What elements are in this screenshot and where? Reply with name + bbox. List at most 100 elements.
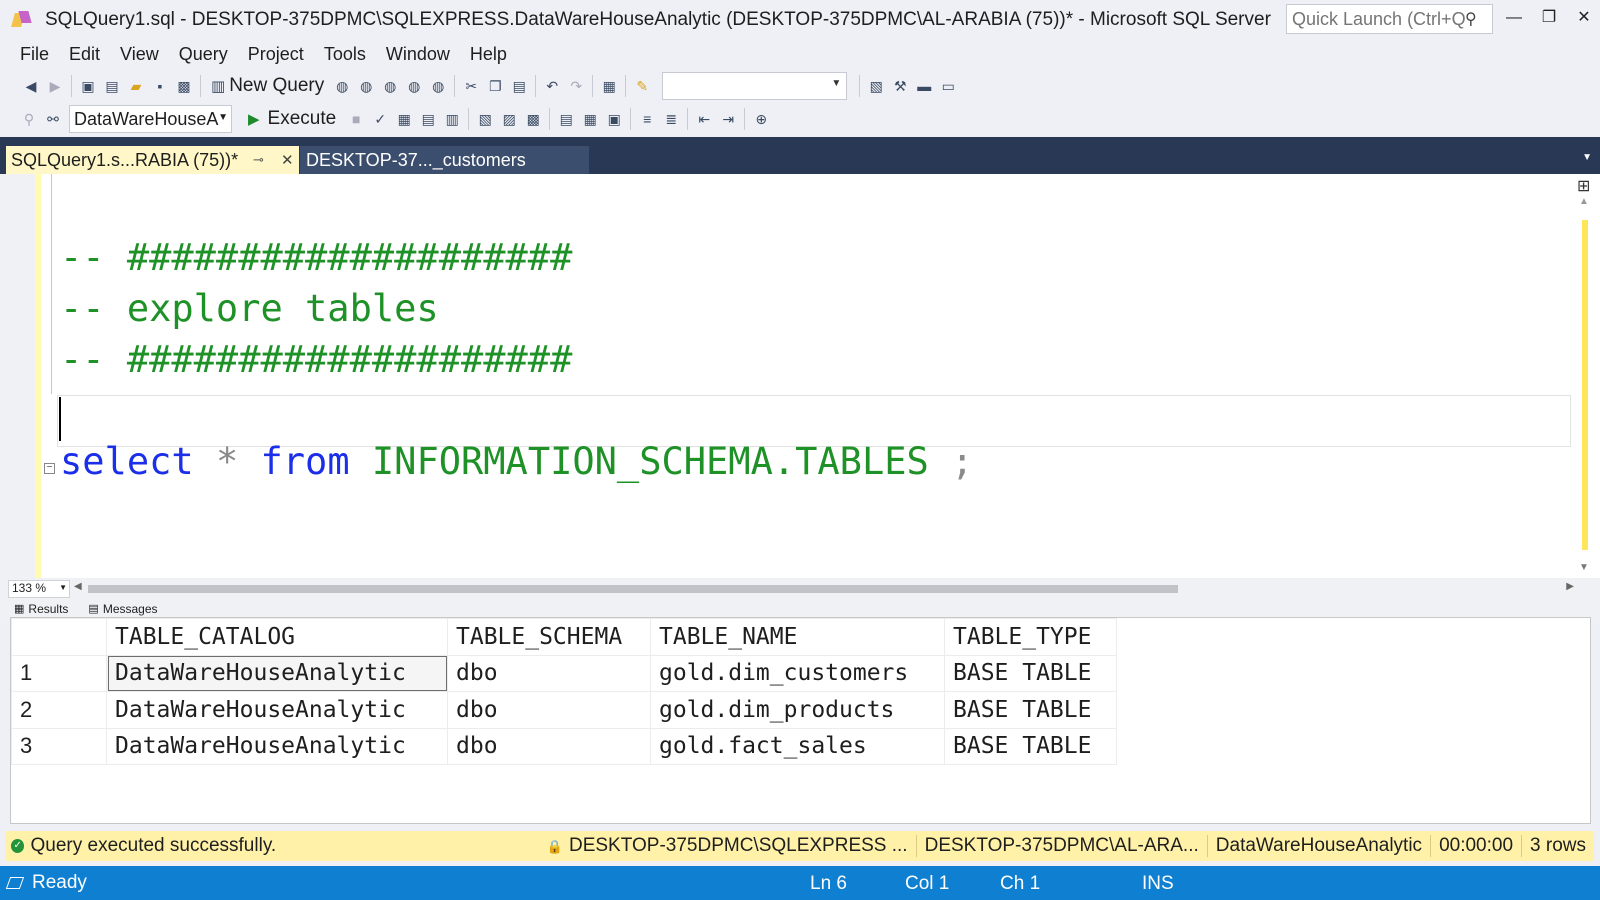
minimize-button[interactable]: —	[1502, 6, 1526, 30]
menu-file[interactable]: File	[10, 44, 59, 65]
tab-overflow-icon[interactable]: ▼	[1582, 152, 1592, 163]
tab-sqlquery1[interactable]: SQLQuery1.s...RABIA (75))* ⊸ ✕	[6, 146, 299, 174]
intellisense-icon[interactable]: ▧	[474, 108, 496, 130]
forward-icon[interactable]: ▶	[44, 75, 66, 97]
vertical-scrollbar[interactable]: ⊞ ▲ ▼	[1571, 174, 1600, 578]
table-cell[interactable]: BASE TABLE	[944, 654, 1117, 692]
horizontal-scrollbar[interactable]: ◀ ▶	[74, 581, 1574, 596]
menu-edit[interactable]: Edit	[59, 44, 110, 65]
scroll-thumb[interactable]	[88, 585, 1178, 593]
tab-messages[interactable]: ▤ Messages	[74, 602, 163, 616]
menu-help[interactable]: Help	[460, 44, 517, 65]
mdx-query-icon[interactable]: ◍	[355, 75, 377, 97]
include-actual-plan-icon[interactable]: ▨	[498, 108, 520, 130]
available-databases-select[interactable]: DataWareHouseA ▼	[69, 105, 232, 133]
search-icon[interactable]: ⚲	[1465, 9, 1477, 29]
close-tab-icon[interactable]: ✕	[281, 151, 294, 169]
copy-icon[interactable]: ❐	[484, 75, 506, 97]
live-query-stats-icon[interactable]: ▩	[522, 108, 544, 130]
menu-project[interactable]: Project	[238, 44, 314, 65]
menu-window[interactable]: Window	[376, 44, 460, 65]
add-item-icon[interactable]: ▤	[101, 75, 123, 97]
activity-monitor-icon[interactable]: ▦	[598, 75, 620, 97]
das-query-icon[interactable]: ◍	[427, 75, 449, 97]
scroll-map-track[interactable]	[1582, 220, 1588, 550]
redo-icon[interactable]: ↷	[565, 75, 587, 97]
query-designer-icon[interactable]: ▤	[417, 108, 439, 130]
client-statistics-icon[interactable]: ▤	[555, 108, 577, 130]
decrease-indent-icon[interactable]: ⇤	[693, 108, 715, 130]
quick-launch-input[interactable]	[1287, 8, 1465, 30]
change-connection-icon[interactable]: ⚯	[42, 108, 64, 130]
row-number-header[interactable]	[11, 618, 107, 656]
open-folder-icon[interactable]: ▰	[125, 75, 147, 97]
quick-launch-box[interactable]: ⚲	[1286, 4, 1493, 34]
save-all-icon[interactable]: ▩	[173, 75, 195, 97]
tab-results[interactable]: ▦ Results	[0, 602, 74, 616]
menu-query[interactable]: Query	[169, 44, 238, 65]
save-icon[interactable]: ▪	[149, 75, 171, 97]
execute-button[interactable]: ▶ Execute	[248, 108, 336, 130]
back-icon[interactable]: ◀	[20, 75, 42, 97]
collapse-region-icon[interactable]: −	[44, 463, 55, 474]
find-dropdown[interactable]: ▼	[662, 72, 848, 100]
specify-template-values-icon[interactable]: ⊕	[750, 108, 772, 130]
cut-icon[interactable]: ✂	[460, 75, 482, 97]
increase-indent-icon[interactable]: ⇥	[717, 108, 739, 130]
paste-icon[interactable]: ▤	[508, 75, 530, 97]
table-cell[interactable]: DataWareHouseAnalytic	[106, 691, 448, 729]
toolbox-icon[interactable]: ▬	[913, 75, 935, 97]
uncomment-lines-icon[interactable]: ≣	[660, 108, 682, 130]
menu-tools[interactable]: Tools	[314, 44, 376, 65]
table-cell[interactable]: DataWareHouseAnalytic	[106, 654, 448, 692]
table-cell[interactable]: dbo	[447, 691, 651, 729]
column-header[interactable]: TABLE_CATALOG	[106, 618, 448, 656]
column-header[interactable]: TABLE_TYPE	[944, 618, 1117, 656]
column-header[interactable]: TABLE_SCHEMA	[447, 618, 651, 656]
table-cell[interactable]: dbo	[447, 654, 651, 692]
pin-icon[interactable]: ⊸	[253, 152, 264, 168]
query-options-icon[interactable]: ▥	[441, 108, 463, 130]
tab-customers[interactable]: DESKTOP-37..._customers	[300, 146, 589, 174]
cancel-query-icon[interactable]: ■	[345, 108, 367, 130]
restore-button[interactable]: ❐	[1537, 6, 1561, 30]
connect-icon[interactable]: ⚲	[18, 108, 40, 130]
table-cell[interactable]: gold.fact_sales	[650, 727, 945, 765]
zoom-select[interactable]: 133 % ▼	[8, 580, 70, 598]
column-header[interactable]: TABLE_NAME	[650, 618, 945, 656]
table-row: 2 DataWareHouseAnalytic dbo gold.dim_pro…	[11, 691, 1117, 729]
row-number[interactable]: 1	[11, 654, 107, 692]
new-project-icon[interactable]: ▣	[77, 75, 99, 97]
xmla-query-icon[interactable]: ◍	[403, 75, 425, 97]
table-cell[interactable]: DataWareHouseAnalytic	[106, 727, 448, 765]
scroll-right-icon[interactable]: ▶	[1566, 581, 1574, 592]
results-to-file-icon[interactable]: ▣	[603, 108, 625, 130]
find-icon[interactable]: ✎	[631, 75, 653, 97]
database-engine-query-icon[interactable]: ◍	[331, 75, 353, 97]
comment-lines-icon[interactable]: ≡	[636, 108, 658, 130]
menu-view[interactable]: View	[110, 44, 169, 65]
display-estimated-plan-icon[interactable]: ▦	[393, 108, 415, 130]
table-cell[interactable]: BASE TABLE	[944, 727, 1117, 765]
table-cell[interactable]: BASE TABLE	[944, 691, 1117, 729]
scroll-left-icon[interactable]: ◀	[74, 581, 82, 592]
table-cell[interactable]: gold.dim_products	[650, 691, 945, 729]
scroll-up-icon[interactable]: ▲	[1579, 196, 1589, 207]
table-cell[interactable]: dbo	[447, 727, 651, 765]
solution-explorer-icon[interactable]: ▧	[865, 75, 887, 97]
close-window-button[interactable]: ✕	[1572, 6, 1596, 30]
row-number[interactable]: 2	[11, 691, 107, 729]
query-editor[interactable]: -- #################### -- explore table…	[0, 174, 1600, 578]
scroll-down-icon[interactable]: ▼	[1579, 562, 1589, 573]
table-cell[interactable]: gold.dim_customers	[650, 654, 945, 692]
properties-wrench-icon[interactable]: ⚒	[889, 75, 911, 97]
row-number[interactable]: 3	[11, 727, 107, 765]
notification-icon[interactable]	[5, 877, 25, 889]
command-window-icon[interactable]: ▭	[937, 75, 959, 97]
parse-checkmark-icon[interactable]: ✓	[369, 108, 391, 130]
dmx-query-icon[interactable]: ◍	[379, 75, 401, 97]
undo-icon[interactable]: ↶	[541, 75, 563, 97]
results-to-grid-icon[interactable]: ▦	[579, 108, 601, 130]
split-window-icon[interactable]: ⊞	[1577, 176, 1590, 196]
new-query-button[interactable]: ▥ New Query	[211, 75, 324, 97]
